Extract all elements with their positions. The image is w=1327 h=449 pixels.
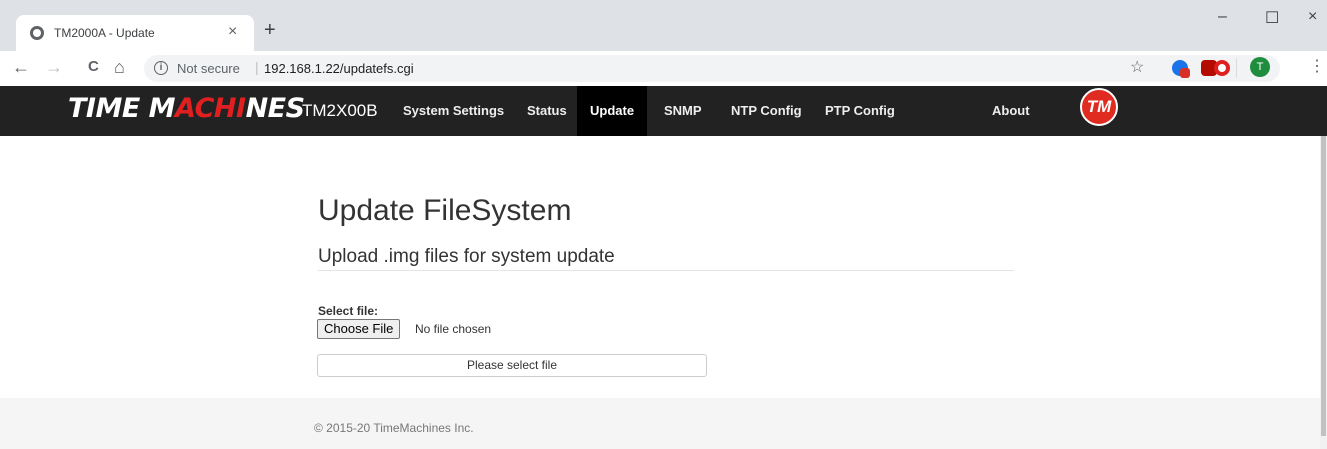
browser-toolbar: ← → C ⌂ i Not secure | 192.168.1.22/upda… (0, 51, 1327, 86)
reload-button[interactable]: C (88, 57, 99, 77)
address-bar[interactable]: i Not secure | 192.168.1.22/updatefs.cgi (144, 55, 1280, 82)
window-close-button[interactable]: × (1308, 8, 1317, 26)
select-file-label: Select file: (318, 304, 379, 318)
tm-logo-badge: TM (1080, 88, 1118, 126)
back-button[interactable]: ← (12, 57, 30, 77)
file-status-text: No file chosen (415, 322, 492, 336)
site-navbar: TIME MACHINES TM2X00B System Settings St… (0, 86, 1327, 136)
forward-button[interactable]: → (45, 57, 63, 77)
tab-close-icon[interactable]: × (228, 23, 237, 41)
page-footer: © 2015-20 TimeMachines Inc. (0, 398, 1327, 449)
page-subtitle: Upload .img files for system update (318, 246, 615, 267)
not-secure-label: Not secure (177, 61, 240, 76)
new-tab-button[interactable]: + (264, 20, 276, 40)
nav-status[interactable]: Status (514, 86, 580, 136)
device-model[interactable]: TM2X00B (302, 101, 378, 121)
kebab-menu-icon[interactable]: ⋮ (1309, 56, 1325, 76)
extension-adblock-icon[interactable] (1214, 60, 1230, 76)
copyright-text: © 2015-20 TimeMachines Inc. (314, 421, 474, 435)
upload-submit-button[interactable]: Please select file (317, 354, 707, 377)
page-title: Update FileSystem (318, 194, 572, 227)
main-content: Update FileSystem Upload .img files for … (0, 136, 1327, 398)
maximize-button[interactable]: ☐ (1265, 8, 1279, 28)
timemachines-logo[interactable]: TIME MACHINES (68, 93, 305, 124)
nav-system-settings[interactable]: System Settings (390, 86, 517, 136)
extension-badge-icon (1180, 68, 1190, 78)
bookmark-star-icon[interactable]: ☆ (1130, 57, 1144, 77)
nav-update[interactable]: Update (577, 86, 648, 136)
home-button[interactable]: ⌂ (114, 57, 125, 77)
url-text[interactable]: 192.168.1.22/updatefs.cgi (264, 61, 414, 76)
divider (318, 270, 1014, 271)
nav-about[interactable]: About (979, 86, 1043, 136)
nav-ntp-config[interactable]: NTP Config (718, 86, 815, 136)
profile-avatar[interactable]: T (1250, 57, 1270, 77)
url-separator: | (255, 59, 259, 75)
page-scrollbar[interactable] (1320, 136, 1327, 449)
toolbar-divider (1236, 58, 1237, 78)
info-icon[interactable]: i (154, 61, 168, 75)
browser-tab[interactable]: TM2000A - Update × (16, 15, 254, 51)
nav-snmp[interactable]: SNMP (651, 86, 715, 136)
choose-file-button[interactable]: Choose File (317, 319, 401, 339)
globe-icon (30, 26, 44, 40)
minimize-button[interactable]: – (1218, 8, 1227, 26)
tab-title: TM2000A - Update (54, 26, 155, 40)
nav-ptp-config[interactable]: PTP Config (812, 86, 908, 136)
browser-tab-strip: TM2000A - Update × + – ☐ × (0, 0, 1327, 51)
